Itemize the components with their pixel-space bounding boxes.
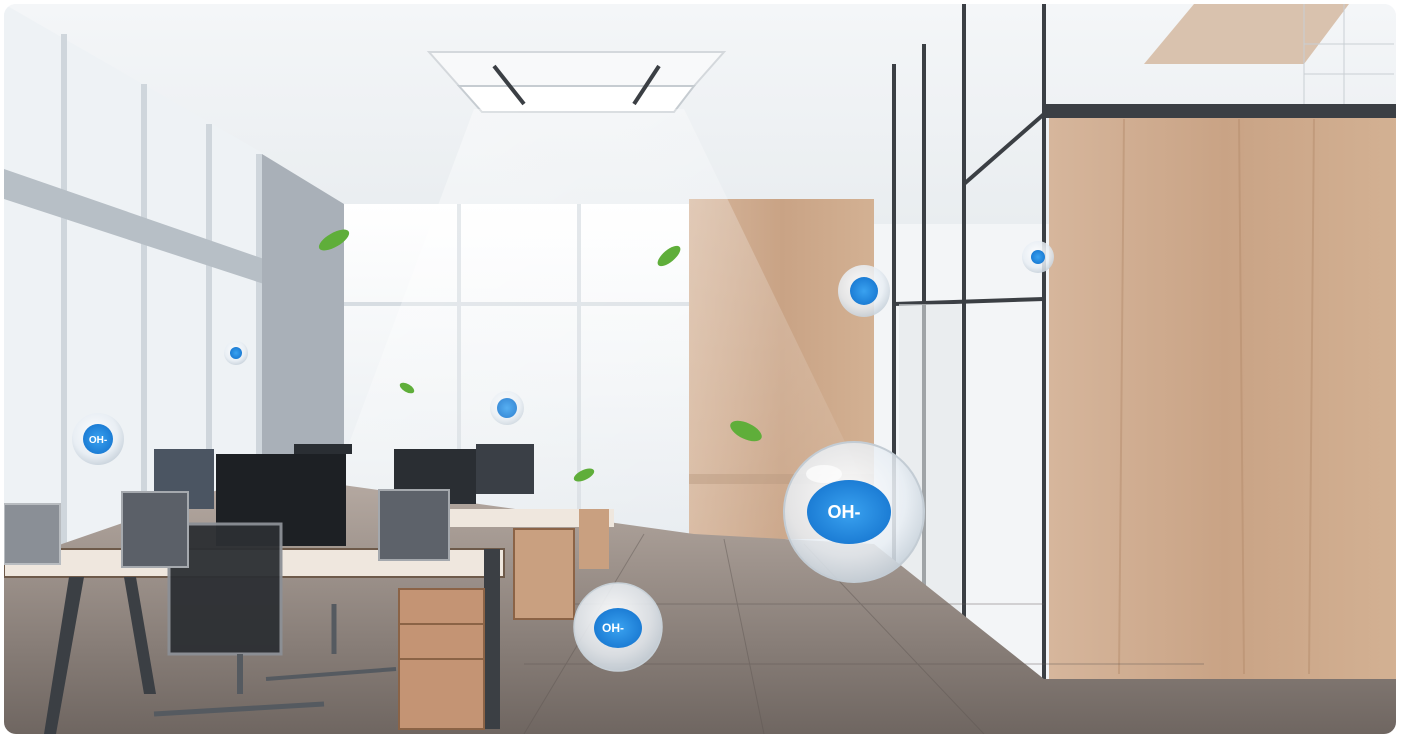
- ion-label: OH-: [828, 502, 861, 522]
- glass-door: [899, 304, 961, 614]
- ion-bubble-large: OH-: [783, 441, 925, 583]
- ion-bubble-small-left: OH-: [72, 413, 124, 465]
- right-wall-header: [1044, 104, 1396, 118]
- ion-label: OH-: [602, 621, 624, 635]
- ion-bubble-medium: OH-: [573, 582, 663, 672]
- right-wood-wall: [1049, 116, 1396, 679]
- ceiling-ac-unit: [426, 51, 727, 113]
- office-image: OH- OH- OH-: [4, 4, 1396, 734]
- corner-column: [262, 154, 344, 474]
- ion-label: OH-: [89, 435, 107, 446]
- office-scene: OH- OH- OH-: [4, 4, 1396, 734]
